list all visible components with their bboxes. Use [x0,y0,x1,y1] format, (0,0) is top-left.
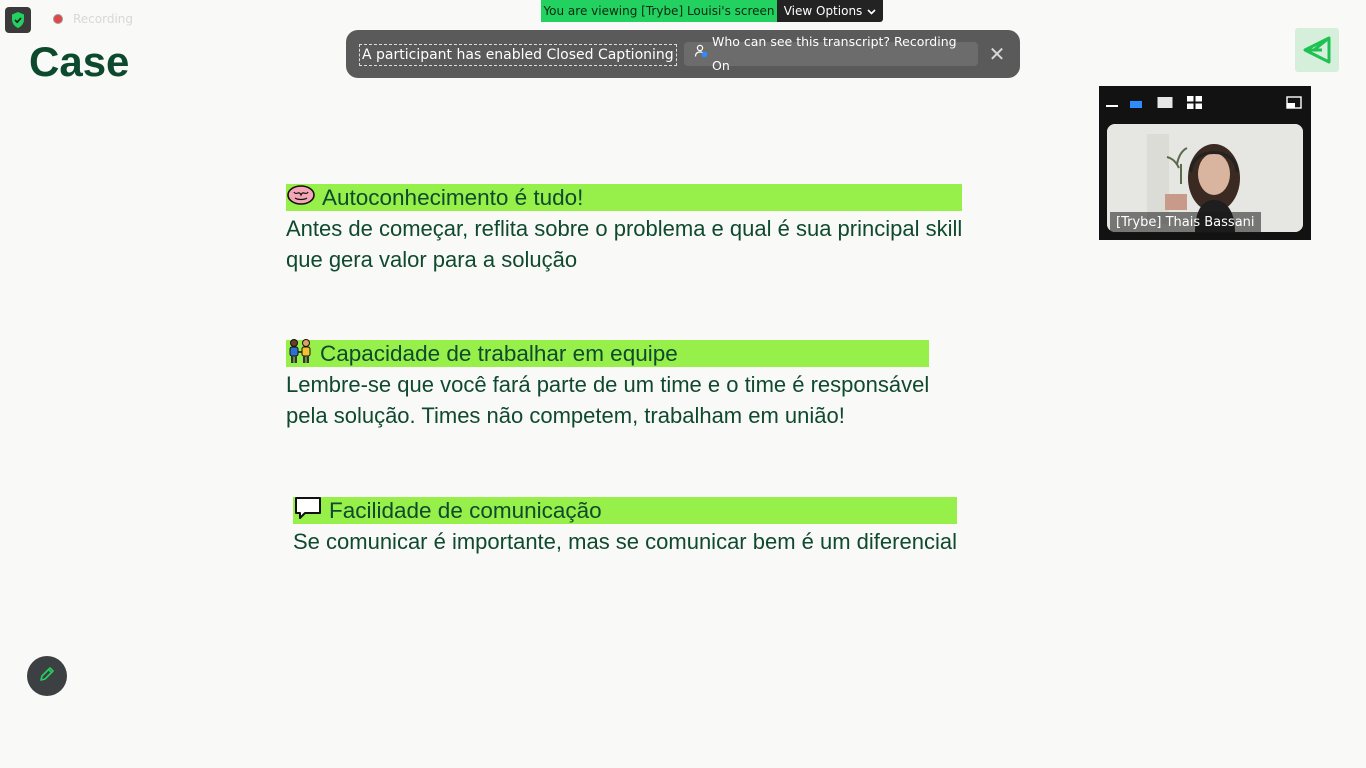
screen-share-banner: You are viewing [Trybe] Louisi's screen [541,0,777,22]
section-heading-text: Facilidade de comunicação [329,498,602,523]
section-body-line: pela solução. Times não competem, trabal… [286,403,845,428]
participant-name-label: [Trybe] Thais Bassani [1110,212,1261,233]
brain-icon [286,184,316,212]
speech-bubble-icon [293,495,323,527]
transcript-visibility-button[interactable]: Who can see this transcript? Recording O… [684,34,978,73]
slide-title: Case [29,38,130,85]
exit-panel-icon[interactable] [1286,95,1302,114]
slide-section: Capacidade de trabalhar em equipe Lembre… [286,338,930,431]
section-heading-text: Autoconhecimento é tudo! [322,185,584,210]
view-options-button[interactable]: View Options [777,0,883,22]
recording-label: Recording [73,12,134,26]
section-body-line: que gera valor para a solução [286,247,578,272]
caption-notice-text: A participant has enabled Closed Caption… [359,44,677,66]
close-icon[interactable]: ✕ [987,43,1007,65]
transcript-button-label: Who can see this transcript? Recording O… [712,34,957,73]
slide-section: Autoconhecimento é tudo! Antes de começa… [286,184,963,275]
gallery-view-icon[interactable] [1187,95,1202,114]
speaker-view-icon[interactable] [1129,95,1143,114]
minimize-icon[interactable] [1105,95,1119,114]
section-body: Antes de começar, reflita sobre o proble… [286,213,962,275]
slide-section: Facilidade de comunicação Se comunicar é… [293,495,957,557]
security-shield-icon[interactable] [5,7,31,33]
section-body-line: Antes de começar, reflita sobre o proble… [286,216,963,241]
pencil-icon [38,665,56,687]
section-body: Lembre-se que você fará parte de um time… [286,369,929,431]
section-heading-text: Capacidade de trabalhar em equipe [320,341,678,366]
view-options-label: View Options [783,4,863,18]
section-body-line: Lembre-se que você fará parte de um time… [286,372,930,397]
section-body-line: Se comunicar é importante, mas se comuni… [293,529,957,554]
trybe-logo-icon [1295,28,1339,72]
person-lock-icon [694,42,708,66]
chevron-down-icon [867,0,876,22]
section-heading: Capacidade de trabalhar em equipe [286,338,930,370]
section-heading: Facilidade de comunicação [293,495,957,527]
standard-view-icon[interactable] [1157,95,1173,114]
section-heading: Autoconhecimento é tudo! [286,184,963,212]
people-holding-hands-icon [286,338,314,370]
annotate-pencil-button[interactable] [27,656,67,696]
section-body: Se comunicar é importante, mas se comuni… [293,526,957,557]
recording-dot-icon [53,14,63,24]
